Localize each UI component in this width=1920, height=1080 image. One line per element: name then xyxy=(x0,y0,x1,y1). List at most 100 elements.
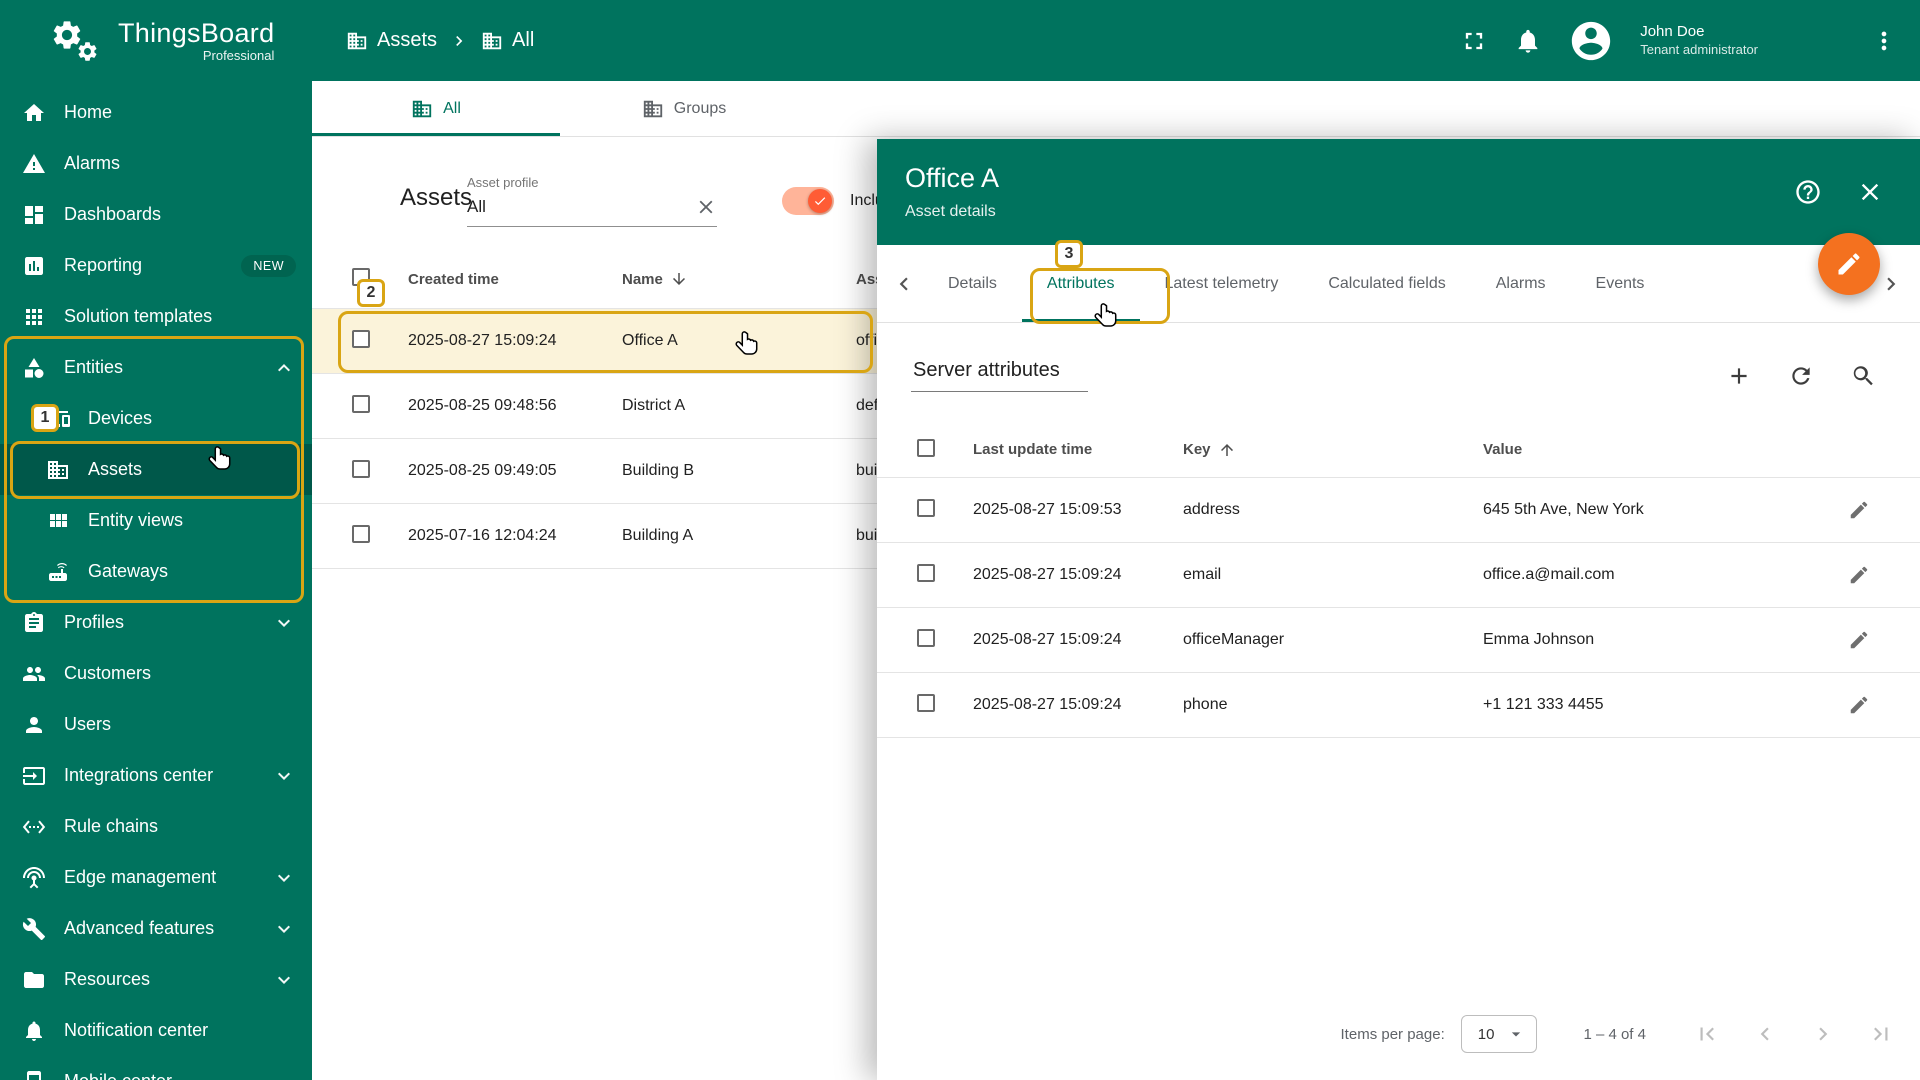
tab-calculated-fields[interactable]: Calculated fields xyxy=(1303,245,1470,322)
items-per-page-label: Items per page: xyxy=(1340,1025,1445,1043)
cell-name: District A xyxy=(622,397,686,414)
check-icon xyxy=(813,194,827,208)
edit-attribute-icon[interactable] xyxy=(1848,499,1870,521)
search-icon[interactable] xyxy=(1850,363,1876,389)
row-checkbox[interactable] xyxy=(352,394,370,413)
first-page-icon[interactable] xyxy=(1694,1021,1720,1047)
entities-icon xyxy=(22,356,46,380)
column-value[interactable]: Value xyxy=(1483,441,1848,458)
sidebar-item-integrations-center[interactable]: Integrations center xyxy=(0,750,312,801)
tab-alarms[interactable]: Alarms xyxy=(1471,245,1571,322)
close-icon[interactable] xyxy=(1856,178,1884,206)
edit-attribute-icon[interactable] xyxy=(1848,694,1870,716)
row-checkbox[interactable] xyxy=(917,563,935,582)
panel-header: Office A Asset details xyxy=(877,139,1920,245)
sidebar-item-profiles[interactable]: Profiles xyxy=(0,597,312,648)
toggle-switch[interactable] xyxy=(782,187,834,215)
column-last-update-time[interactable]: Last update time xyxy=(973,441,1183,458)
row-checkbox[interactable] xyxy=(352,329,370,348)
sidebar-item-assets[interactable]: Assets xyxy=(0,444,312,495)
cell-name: Office A xyxy=(622,332,678,349)
rule-chains-icon xyxy=(22,815,46,839)
sidebar-item-entity-views[interactable]: Entity views xyxy=(0,495,312,546)
edit-fab[interactable] xyxy=(1818,233,1880,295)
row-checkbox[interactable] xyxy=(917,693,935,712)
edit-attribute-icon[interactable] xyxy=(1848,629,1870,651)
row-checkbox[interactable] xyxy=(352,459,370,478)
breadcrumb-all[interactable]: All xyxy=(481,29,534,52)
sidebar-item-solution-templates[interactable]: Solution templates xyxy=(0,291,312,342)
customers-icon xyxy=(22,662,46,686)
tabs-scroll-left-icon[interactable] xyxy=(891,271,917,297)
attribute-row-address[interactable]: 2025-08-27 15:09:53 address 645 5th Ave,… xyxy=(877,478,1920,543)
attribute-row-office-manager[interactable]: 2025-08-27 15:09:24 officeManager Emma J… xyxy=(877,608,1920,673)
breadcrumb-assets[interactable]: Assets xyxy=(346,29,437,52)
sidebar-item-label: Gateways xyxy=(88,561,169,581)
resources-icon xyxy=(22,968,46,992)
more-menu-icon[interactable] xyxy=(1870,27,1898,55)
sidebar-item-home[interactable]: Home xyxy=(0,87,312,138)
attribute-row-email[interactable]: 2025-08-27 15:09:24 email office.a@mail.… xyxy=(877,543,1920,608)
row-checkbox[interactable] xyxy=(917,498,935,517)
column-key[interactable]: Key xyxy=(1183,441,1483,459)
notifications-bell-icon[interactable] xyxy=(1514,27,1542,55)
sidebar-item-dashboards[interactable]: Dashboards xyxy=(0,189,312,240)
app-title: ThingsBoard xyxy=(118,18,275,48)
tab-attributes[interactable]: Attributes xyxy=(1021,245,1140,322)
add-attribute-icon[interactable] xyxy=(1726,363,1752,389)
user-info: John Doe Tenant administrator xyxy=(1640,22,1758,58)
tabs-scroll-right-icon[interactable] xyxy=(1878,271,1904,297)
home-icon xyxy=(22,101,46,125)
avatar[interactable] xyxy=(1568,18,1614,64)
previous-page-icon[interactable] xyxy=(1752,1021,1778,1047)
sidebar-item-label: Reporting xyxy=(64,255,143,275)
tab-all[interactable]: All xyxy=(312,81,560,136)
sidebar-item-label: Assets xyxy=(88,459,143,479)
attribute-scope-select[interactable]: Server attributes xyxy=(911,359,1088,392)
attribute-row-phone[interactable]: 2025-08-27 15:09:24 phone +1 121 333 445… xyxy=(877,673,1920,738)
select-all-checkbox[interactable] xyxy=(352,268,370,286)
column-created-time[interactable]: Created time xyxy=(408,271,622,288)
tab-latest-telemetry[interactable]: Latest telemetry xyxy=(1140,245,1304,322)
next-page-icon[interactable] xyxy=(1810,1021,1836,1047)
sidebar-item-customers[interactable]: Customers xyxy=(0,648,312,699)
row-checkbox[interactable] xyxy=(352,524,370,543)
sidebar-item-entities[interactable]: Entities xyxy=(0,342,312,393)
sidebar-item-resources[interactable]: Resources xyxy=(0,954,312,1005)
select-all-checkbox[interactable] xyxy=(917,438,935,457)
sidebar-item-notification-center[interactable]: Notification center xyxy=(0,1005,312,1056)
last-page-icon[interactable] xyxy=(1868,1021,1894,1047)
sidebar-item-mobile-center[interactable]: Mobile center xyxy=(0,1056,312,1080)
app-header: ThingsBoard Professional Assets All John… xyxy=(0,0,1920,81)
sidebar-item-edge-management[interactable]: Edge management xyxy=(0,852,312,903)
sidebar-item-gateways[interactable]: Gateways xyxy=(0,546,312,597)
row-checkbox[interactable] xyxy=(917,628,935,647)
user-role: Tenant administrator xyxy=(1640,41,1758,57)
asset-profile-filter[interactable]: Asset profile All xyxy=(467,175,717,227)
sidebar-item-reporting[interactable]: Reporting NEW xyxy=(0,240,312,291)
sidebar-item-rule-chains[interactable]: Rule chains xyxy=(0,801,312,852)
gear-icon xyxy=(76,40,99,63)
asset-details-panel: Office A Asset details Details Attribute… xyxy=(877,139,1920,1080)
items-per-page-select[interactable]: 10 xyxy=(1460,1015,1538,1053)
tab-groups[interactable]: Groups xyxy=(560,81,808,136)
chevron-up-icon xyxy=(272,356,296,380)
tab-details[interactable]: Details xyxy=(923,245,1022,322)
tab-events[interactable]: Events xyxy=(1571,245,1670,322)
sidebar-item-alarms[interactable]: Alarms xyxy=(0,138,312,189)
sidebar-item-users[interactable]: Users xyxy=(0,699,312,750)
column-name[interactable]: Name xyxy=(622,270,856,288)
fullscreen-icon[interactable] xyxy=(1460,27,1488,55)
cell-created-time: 2025-08-27 15:09:24 xyxy=(408,332,557,349)
refresh-icon[interactable] xyxy=(1788,363,1814,389)
filter-value: All xyxy=(467,197,486,216)
clear-filter-icon[interactable] xyxy=(695,196,717,218)
chevron-down-icon xyxy=(1506,1024,1526,1044)
edit-attribute-icon[interactable] xyxy=(1848,564,1870,586)
sidebar-item-devices[interactable]: Devices xyxy=(0,393,312,444)
sidebar-item-advanced-features[interactable]: Advanced features xyxy=(0,903,312,954)
users-icon xyxy=(22,713,46,737)
sidebar-item-label: Home xyxy=(64,102,113,122)
cell-name: Building B xyxy=(622,462,695,479)
help-icon[interactable] xyxy=(1794,178,1822,206)
